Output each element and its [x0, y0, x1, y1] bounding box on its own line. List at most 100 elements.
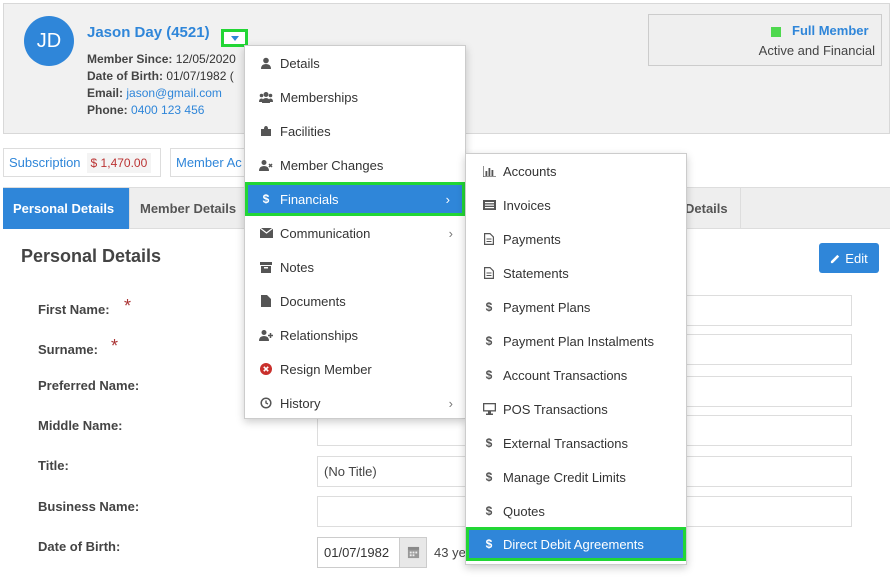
- status-subtitle: Active and Financial: [758, 43, 875, 58]
- member-since-value: 12/05/2020: [175, 52, 236, 66]
- list-icon: [482, 198, 496, 212]
- menu-item-member-changes[interactable]: Member Changes: [245, 148, 465, 182]
- subscription-amount: $ 1,470.00: [86, 152, 152, 173]
- submenu-item-statements[interactable]: Statements: [466, 256, 686, 290]
- times-circle-icon: [259, 362, 273, 376]
- submenu-item-accounts[interactable]: Accounts: [466, 154, 686, 188]
- submenu-item-label: Accounts: [503, 163, 557, 179]
- menu-item-relationships[interactable]: Relationships: [245, 318, 465, 352]
- document-icon: [482, 232, 496, 246]
- users-icon: [259, 90, 273, 104]
- document-icon: [482, 266, 496, 280]
- submenu-item-payment-plan-instalments[interactable]: $ Payment Plan Instalments: [466, 324, 686, 358]
- phone-row: Phone: 0400 123 456: [87, 103, 204, 117]
- phone-link[interactable]: 0400 123 456: [131, 103, 204, 117]
- submenu-item-label: Manage Credit Limits: [503, 469, 626, 485]
- tab-member-details[interactable]: Member Details: [130, 188, 248, 229]
- user-icon: [259, 56, 273, 70]
- chevron-right-icon: ›: [448, 395, 453, 411]
- menu-item-label: Relationships: [280, 327, 359, 343]
- menu-item-label: History: [280, 395, 321, 411]
- dollar-icon: $: [485, 436, 493, 450]
- submenu-item-payment-plans[interactable]: $ Payment Plans: [466, 290, 686, 324]
- status-indicator: [771, 27, 781, 37]
- menu-item-financials[interactable]: $ Financials ›: [245, 182, 465, 216]
- required-marker: *: [124, 296, 132, 316]
- dollar-icon: $: [262, 192, 270, 206]
- menu-item-label: Member Changes: [280, 157, 384, 173]
- dollar-icon: $: [485, 334, 493, 348]
- email-row: Email: jason@gmail.com: [87, 86, 222, 100]
- menu-item-memberships[interactable]: Memberships: [245, 80, 465, 114]
- history-icon: [259, 396, 273, 410]
- menu-item-notes[interactable]: Notes: [245, 250, 465, 284]
- submenu-item-label: Statements: [503, 265, 569, 281]
- member-account-label: Member Ac: [176, 155, 242, 170]
- menu-item-label: Resign Member: [280, 361, 372, 377]
- dollar-icon: $: [485, 368, 493, 382]
- edit-label: Edit: [845, 250, 868, 266]
- calendar-icon[interactable]: [399, 538, 426, 567]
- archive-icon: [259, 260, 273, 274]
- menu-item-label: Notes: [280, 259, 314, 275]
- submenu-item-invoices[interactable]: Invoices: [466, 188, 686, 222]
- menu-item-label: Facilities: [280, 123, 331, 139]
- chevron-right-icon: ›: [448, 225, 453, 241]
- bar-chart-icon: [482, 164, 496, 178]
- middle-name-label: Middle Name:: [38, 418, 123, 433]
- subscription-label: Subscription: [9, 155, 81, 170]
- submenu-item-label: Payment Plan Instalments: [503, 333, 655, 349]
- submenu-item-manage-credit-limits[interactable]: $ Manage Credit Limits: [466, 460, 686, 494]
- menu-item-facilities[interactable]: Facilities: [245, 114, 465, 148]
- business-name-label: Business Name:: [38, 499, 140, 514]
- member-since-row: Member Since: 12/05/2020: [87, 52, 236, 66]
- menu-item-details[interactable]: Details: [245, 46, 465, 80]
- subscription-pill[interactable]: Subscription $ 1,470.00: [3, 148, 161, 177]
- dollar-icon: $: [485, 504, 493, 518]
- status-title: Full Member: [792, 23, 869, 38]
- desktop-icon: [482, 402, 496, 416]
- tab-personal-details[interactable]: Personal Details: [3, 188, 130, 229]
- email-link[interactable]: jason@gmail.com: [126, 86, 222, 100]
- menu-item-label: Details: [280, 55, 320, 71]
- pencil-icon: [831, 254, 840, 263]
- dob-date-value[interactable]: 01/07/1982: [318, 545, 399, 560]
- member-name[interactable]: Jason Day (4521): [87, 24, 210, 41]
- submenu-item-pos-transactions[interactable]: POS Transactions: [466, 392, 686, 426]
- submenu-item-label: Direct Debit Agreements: [503, 536, 644, 552]
- age-text: 43 ye: [434, 545, 466, 560]
- title-label: Title:: [38, 458, 69, 473]
- dob-value: 01/07/1982 (: [166, 69, 234, 83]
- dob-field-label: Date of Birth:: [38, 539, 121, 554]
- chevron-right-icon: ›: [445, 191, 450, 207]
- submenu-item-direct-debit-agreements[interactable]: $ Direct Debit Agreements: [466, 527, 686, 561]
- dollar-icon: $: [485, 300, 493, 314]
- edit-button[interactable]: Edit: [819, 243, 879, 273]
- menu-item-documents[interactable]: Documents: [245, 284, 465, 318]
- dollar-icon: $: [485, 537, 493, 551]
- dob-label: Date of Birth:: [87, 69, 163, 83]
- submenu-item-label: Payment Plans: [503, 299, 591, 315]
- membership-status-box: Full Member Active and Financial: [648, 14, 882, 66]
- submenu-item-account-transactions[interactable]: $ Account Transactions: [466, 358, 686, 392]
- submenu-item-payments[interactable]: Payments: [466, 222, 686, 256]
- phone-label: Phone:: [87, 103, 128, 117]
- submenu-item-external-transactions[interactable]: $ External Transactions: [466, 426, 686, 460]
- submenu-item-label: Payments: [503, 231, 561, 247]
- dob-row: Date of Birth: 01/07/1982 (: [87, 69, 234, 83]
- member-account-pill[interactable]: Member Ac: [170, 148, 250, 177]
- required-marker: *: [111, 336, 119, 356]
- member-actions-menu: Details Memberships Facilities Member Ch…: [244, 45, 466, 419]
- puzzle-icon: [259, 124, 273, 138]
- menu-item-resign-member[interactable]: Resign Member: [245, 352, 465, 386]
- caret-down-icon: [230, 35, 239, 41]
- menu-item-history[interactable]: History ›: [245, 386, 465, 420]
- menu-item-communication[interactable]: Communication ›: [245, 216, 465, 250]
- submenu-item-label: Invoices: [503, 197, 551, 213]
- submenu-item-label: External Transactions: [503, 435, 629, 451]
- user-times-icon: [259, 158, 273, 172]
- avatar: JD: [24, 16, 74, 66]
- submenu-item-quotes[interactable]: $ Quotes: [466, 494, 686, 528]
- dob-date-input[interactable]: 01/07/1982: [317, 537, 427, 568]
- menu-item-label: Communication: [280, 225, 371, 241]
